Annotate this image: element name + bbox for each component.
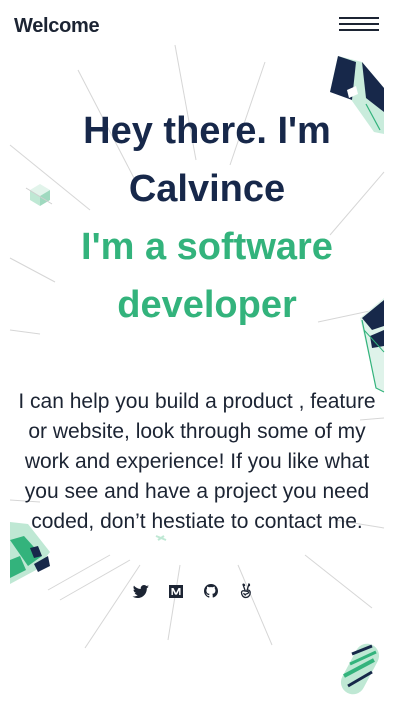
medium-link[interactable]	[167, 580, 185, 602]
medium-icon	[168, 585, 183, 598]
angellist-icon	[240, 583, 251, 599]
hamburger-menu-icon[interactable]	[336, 14, 380, 36]
github-icon	[203, 584, 218, 598]
bio-paragraph: I can help you build a product , feature…	[18, 390, 376, 533]
hero-intro-line-2: Calvince	[128, 168, 286, 210]
hero-role-line-1: I'm a software	[81, 226, 333, 268]
hero-section: Hey there. I'm Calvince I'm a software d…	[0, 102, 414, 334]
github-link[interactable]	[202, 580, 220, 602]
hero-intro-line-1: Hey there. I'm	[83, 110, 331, 152]
landing-page: Welcome Hey there. I'm Calvince I'm a so…	[0, 0, 414, 709]
twitter-link[interactable]	[132, 580, 150, 602]
hero-role-line-2: developer	[117, 284, 297, 326]
twitter-icon	[132, 585, 149, 598]
hero-role-heading: I'm a software developer	[47, 218, 367, 334]
hero-intro-heading: Hey there. I'm Calvince	[47, 102, 367, 218]
angellist-link[interactable]	[237, 580, 255, 602]
menu-bar-middle	[339, 23, 379, 25]
menu-bar-bottom	[339, 29, 379, 31]
menu-bar-top	[339, 17, 379, 19]
deco-capsule-bottom-right	[340, 643, 380, 695]
social-links	[0, 580, 386, 604]
brand-title[interactable]: Welcome	[14, 15, 100, 38]
top-header: Welcome	[0, 0, 414, 56]
